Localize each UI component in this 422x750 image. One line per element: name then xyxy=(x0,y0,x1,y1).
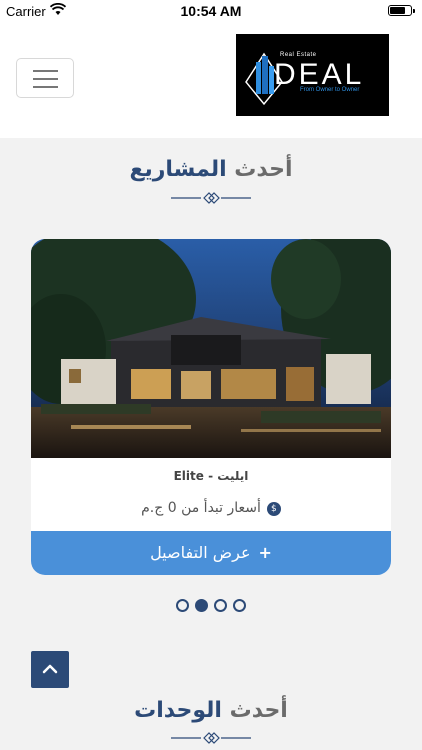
projects-title-word2: المشاريع xyxy=(129,157,227,182)
status-bar: Carrier 10:54 AM xyxy=(0,0,422,22)
view-details-button[interactable]: + عرض التفاصيل xyxy=(31,531,391,575)
project-card[interactable]: Elite - ايليت $ أسعار تبدأ من 0 ج.م + عرض … xyxy=(31,239,391,575)
hamburger-menu-button[interactable] xyxy=(16,58,74,98)
money-icon: $ xyxy=(266,502,281,516)
units-title-word1: أحدث xyxy=(229,698,288,723)
view-details-label: عرض التفاصيل xyxy=(150,543,251,562)
projects-title-word1: أحدث xyxy=(234,157,293,182)
title-divider-icon xyxy=(171,732,251,744)
units-section-title: أحدث الوحدات xyxy=(0,698,422,723)
battery-icon xyxy=(388,5,415,16)
brand-logo[interactable]: Real Estate DEAL From Owner to Owner xyxy=(236,34,389,116)
project-price-text: أسعار تبدأ من 0 ج.م xyxy=(141,500,261,516)
header: Real Estate DEAL From Owner to Owner xyxy=(0,22,422,138)
carousel-pagination xyxy=(176,599,248,613)
project-price: $ أسعار تبدأ من 0 ج.م xyxy=(31,500,391,516)
project-name: Elite - ايليت xyxy=(173,469,249,483)
carousel-dot[interactable] xyxy=(176,599,189,612)
clock: 10:54 AM xyxy=(180,3,242,19)
scroll-to-top-button[interactable] xyxy=(31,651,69,688)
units-title-word2: الوحدات xyxy=(134,698,222,723)
carousel-dot-active[interactable] xyxy=(195,599,208,612)
project-photo[interactable] xyxy=(31,239,391,458)
logo-tagline: From Owner to Owner xyxy=(300,87,360,93)
title-divider-icon xyxy=(171,192,251,204)
carousel-dot[interactable] xyxy=(233,599,246,612)
projects-section-title: أحدث المشاريع xyxy=(0,157,422,182)
plus-icon: + xyxy=(258,543,272,562)
chevron-up-icon xyxy=(42,664,58,674)
carousel-dot[interactable] xyxy=(214,599,227,612)
